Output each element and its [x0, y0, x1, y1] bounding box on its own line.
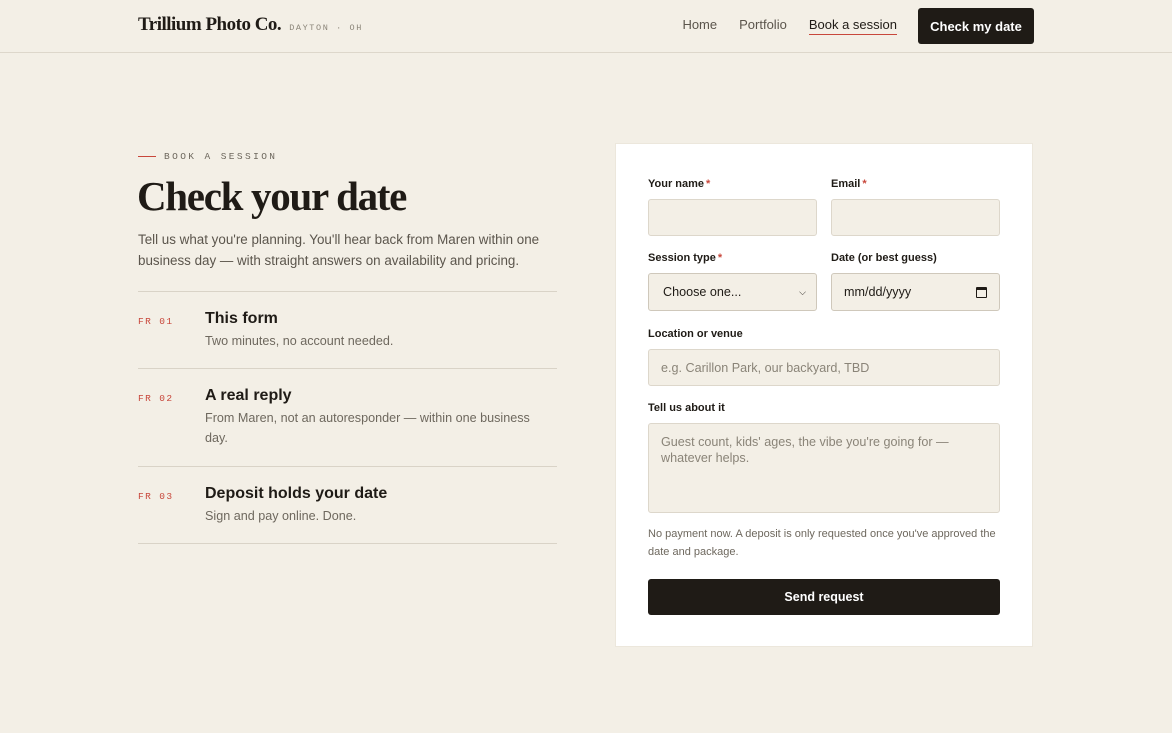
step-number: FR 03 [138, 491, 174, 502]
main-nav: Home Portfolio Book a session Check my d… [682, 8, 1034, 44]
step-item: FR 02 A real reply From Maren, not an au… [138, 368, 557, 466]
name-label-text: Your name [648, 178, 705, 190]
check-my-date-button[interactable]: Check my date [918, 8, 1034, 44]
nav-link-home[interactable]: Home [682, 17, 717, 35]
location-field[interactable] [648, 349, 1000, 386]
date-label: Date (or best guess) [831, 252, 937, 264]
calendar-icon[interactable] [976, 286, 987, 298]
step-title: Deposit holds your date [205, 485, 388, 502]
location-label: Location or venue [648, 328, 743, 340]
step-item: FR 03 Deposit holds your date Sign and p… [138, 466, 557, 544]
session-type-select[interactable]: Choose one... ⌵ [648, 273, 817, 311]
required-marker: * [862, 178, 867, 190]
session-type-value: Choose one... [663, 285, 742, 299]
step-item: FR 01 This form Two minutes, no account … [138, 291, 557, 368]
step-description: Two minutes, no account needed. [205, 334, 394, 348]
step-title: A real reply [205, 387, 292, 404]
nav-link-book-a-session[interactable]: Book a session [808, 17, 897, 35]
session-type-label-text: Session type [648, 252, 716, 264]
eyebrow-text: BOOK A SESSION [164, 151, 278, 162]
session-type-label: Session type * [648, 252, 722, 264]
step-title: This form [205, 310, 278, 327]
brand[interactable]: Trillium Photo Co. DAYTON · OH [138, 14, 363, 36]
about-textarea[interactable] [648, 423, 1000, 513]
intro-text: Tell us what you're planning. You'll hea… [138, 232, 540, 268]
step-number: FR 02 [138, 393, 174, 404]
email-label-text: Email [831, 178, 861, 190]
required-marker: * [706, 178, 711, 190]
eyebrow-rule [138, 156, 156, 157]
about-label: Tell us about it [648, 402, 725, 414]
send-request-button[interactable]: Send request [648, 579, 1000, 615]
name-field[interactable] [648, 199, 817, 236]
brand-location: DAYTON · OH [289, 23, 363, 33]
step-description: Sign and pay online. Done. [205, 509, 357, 523]
chevron-down-icon: ⌵ [799, 286, 806, 297]
step-body: A real reply From Maren, not an autoresp… [205, 386, 557, 466]
step-body: Deposit holds your date Sign and pay onl… [205, 484, 557, 543]
site-header: Trillium Photo Co. DAYTON · OH Home Port… [0, 0, 1172, 53]
name-label: Your name * [648, 178, 710, 190]
email-field[interactable] [831, 199, 1000, 236]
payment-note: No payment now. A deposit is only reques… [648, 528, 996, 558]
step-number: FR 01 [138, 316, 174, 327]
page-title: Check your date [137, 173, 407, 219]
date-value: mm/dd/yyyy [844, 285, 912, 299]
required-marker: * [717, 252, 723, 264]
nav-link-portfolio[interactable]: Portfolio [739, 17, 787, 35]
step-description: From Maren, not an autoresponder — withi… [205, 411, 530, 445]
email-label: Email * [831, 178, 867, 190]
step-body: This form Two minutes, no account needed… [205, 309, 557, 368]
brand-name: Trillium Photo Co. [138, 14, 282, 35]
booking-form: Your name * Email * Session type * Choose o… [615, 143, 1033, 647]
steps-list: FR 01 This form Two minutes, no account … [138, 291, 557, 544]
eyebrow: BOOK A SESSION [138, 151, 277, 162]
date-field[interactable]: mm/dd/yyyy [831, 273, 1000, 311]
